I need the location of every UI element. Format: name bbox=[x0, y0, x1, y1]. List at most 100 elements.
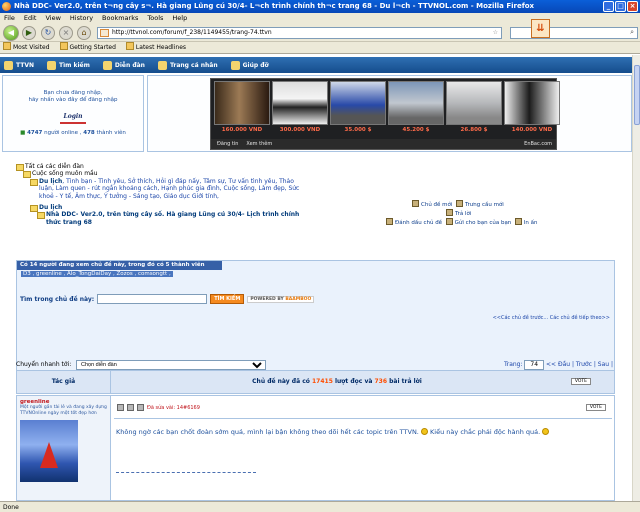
forward-button[interactable]: ▶ bbox=[22, 26, 36, 40]
ad-item[interactable]: 160.000 VND bbox=[214, 81, 270, 136]
enbac-brand[interactable]: EnBac.com bbox=[524, 139, 552, 149]
scrollbar-thumb[interactable] bbox=[634, 65, 640, 125]
prev-next-topics[interactable]: <<Các chủ đề trước... Các chủ đề tiếp th… bbox=[493, 315, 610, 321]
nav-ttvn-label: TTVN bbox=[16, 61, 34, 69]
bookmark-latest-headlines[interactable]: Latest Headlines bbox=[126, 42, 186, 53]
topic-search-button[interactable]: TÌM KIẾM bbox=[210, 294, 245, 304]
home-button[interactable]: ⌂ bbox=[77, 26, 91, 40]
stat-post: bài trả lời bbox=[389, 378, 422, 385]
menu-tools[interactable]: Tools bbox=[147, 13, 163, 24]
maximize-button[interactable]: □ bbox=[615, 1, 626, 12]
firefox-icon bbox=[2, 2, 11, 11]
nav-forum[interactable]: Diễn đàn bbox=[102, 60, 145, 70]
nav-search-label: Tìm kiếm bbox=[59, 61, 90, 69]
topic-search: Tìm trong chủ đề này: TÌM KIẾM POWERED B… bbox=[20, 294, 315, 304]
menu-history[interactable]: History bbox=[70, 13, 93, 24]
url-bar[interactable]: http://ttvnol.com/forum/f_238/1149455/tr… bbox=[97, 27, 502, 39]
home-icon: ⌂ bbox=[81, 28, 87, 37]
author-column-header: Tác giả bbox=[17, 371, 111, 393]
help-icon bbox=[230, 60, 240, 70]
ad-image bbox=[330, 81, 386, 125]
viewers-name-list[interactable]: D3 , greenline , Alo_TongDaiDay , Zozos … bbox=[21, 271, 173, 277]
page-select[interactable]: 74 bbox=[524, 360, 545, 370]
ad-item[interactable]: 26.800 $ bbox=[446, 81, 502, 136]
edit-icon[interactable] bbox=[117, 404, 124, 411]
minimize-button[interactable]: _ bbox=[603, 1, 614, 12]
forum-icon bbox=[102, 60, 112, 70]
menu-help[interactable]: Help bbox=[172, 13, 187, 24]
search-icon[interactable]: ⌕ bbox=[630, 28, 634, 37]
page-nav-links[interactable]: << Đầu | Trước | Sau | bbox=[546, 361, 613, 368]
thread-tools: Chủ đề mới Trưng cầu mới Trả lời Đánh dấ… bbox=[386, 200, 556, 227]
login-logo[interactable]: Login bbox=[60, 113, 86, 124]
reload-button[interactable]: ↻ bbox=[41, 26, 55, 40]
tree-life[interactable]: Cuộc sống muôn mầu bbox=[23, 170, 301, 179]
tree-travel-link[interactable]: Du lịch bbox=[39, 178, 62, 185]
vertical-scrollbar[interactable] bbox=[632, 55, 640, 501]
ad-banner: 160.000 VND 300.000 VND 35.000 $ 45.200 … bbox=[147, 75, 632, 152]
tree-travel-2[interactable]: Du lịch bbox=[30, 204, 301, 213]
star-bookmark-icon[interactable]: ☆ bbox=[493, 28, 498, 38]
search-box[interactable]: ⌕ bbox=[510, 27, 638, 39]
ad-post-link[interactable]: Đăng tin bbox=[217, 139, 238, 149]
bookmark-most-visited[interactable]: Most Visited bbox=[3, 42, 50, 53]
topic-search-label: Tìm trong chủ đề này: bbox=[20, 295, 95, 303]
post-vote-button[interactable]: VOTE bbox=[585, 404, 606, 411]
nav-forum-label: Diễn đàn bbox=[114, 61, 145, 69]
magnifier-icon bbox=[47, 60, 56, 70]
ad-image bbox=[388, 81, 444, 125]
post-tools: Đã sửa vài: 14#6169 bbox=[117, 404, 200, 411]
pagination: Trang: 74 << Đầu | Trước | Sau | bbox=[504, 359, 613, 370]
menu-view[interactable]: View bbox=[45, 13, 60, 24]
bookmarks-toolbar: Most Visited Getting Started Latest Head… bbox=[0, 42, 640, 54]
ad-item[interactable]: 140.000 VND bbox=[504, 81, 560, 136]
reply-link[interactable]: Trả lời bbox=[446, 211, 471, 217]
menu-file[interactable]: File bbox=[4, 13, 15, 24]
ad-item[interactable]: 45.200 $ bbox=[388, 81, 444, 136]
ad-image bbox=[214, 81, 270, 125]
online-count: 4747 bbox=[27, 130, 43, 136]
login-prompt-line1[interactable]: Bạn chưa đăng nhập, bbox=[3, 90, 143, 97]
site-favicon bbox=[100, 29, 109, 37]
tree-sibling-links[interactable]: , Tình bạn - Tình yêu, Sở thích, Hỏi gì … bbox=[39, 178, 299, 200]
thread-vote-button[interactable]: VOTE bbox=[570, 378, 591, 385]
nav-ttvn[interactable]: TTVN bbox=[4, 60, 34, 70]
topic-search-input[interactable] bbox=[97, 294, 208, 304]
login-prompt-line2[interactable]: hãy nhấn vào đây để đăng nhập bbox=[3, 97, 143, 104]
nav-profile[interactable]: Trang cá nhân bbox=[157, 60, 218, 70]
url-text: http://ttvnol.com/forum/f_238/1149455/tr… bbox=[112, 29, 272, 36]
page-label: Trang: bbox=[503, 361, 523, 368]
stop-button[interactable]: × bbox=[59, 26, 73, 40]
smiley-icon bbox=[542, 428, 550, 435]
nav-help[interactable]: Giúp đỡ bbox=[230, 60, 269, 70]
new-poll-link[interactable]: Trưng cầu mới bbox=[456, 202, 504, 208]
download-addon-icon[interactable]: ⇊ bbox=[531, 19, 550, 38]
window-title: Nhà DDC- Ver2.0, trên t¬ng cây s¬. Hà gi… bbox=[14, 2, 535, 10]
back-button[interactable]: ◀ bbox=[3, 25, 19, 41]
ad-item[interactable]: 300.000 VND bbox=[272, 81, 328, 136]
print-link[interactable]: In ấn bbox=[515, 220, 538, 226]
menu-bookmarks[interactable]: Bookmarks bbox=[102, 13, 138, 24]
close-window-button[interactable]: × bbox=[627, 1, 638, 12]
forward-arrow-icon: ▶ bbox=[25, 28, 33, 37]
new-topic-link[interactable]: Chủ đề mới bbox=[412, 202, 452, 208]
post-time: Đã sửa vài: 14#6169 bbox=[147, 404, 200, 411]
report-icon[interactable] bbox=[137, 404, 144, 411]
ad-item[interactable]: 35.000 $ bbox=[330, 81, 386, 136]
ad-price: 300.000 VND bbox=[279, 127, 321, 133]
quote-icon[interactable] bbox=[127, 404, 134, 411]
avatar bbox=[20, 420, 78, 482]
forum-jump-select[interactable]: Chọn diễn đàn bbox=[76, 360, 266, 370]
ad-view-more-link[interactable]: Xem thêm bbox=[246, 139, 272, 149]
bookmark-thread-link[interactable]: Đánh dấu chủ đề bbox=[386, 220, 442, 226]
bookmark-getting-started[interactable]: Getting Started bbox=[60, 42, 116, 53]
stop-icon: × bbox=[62, 28, 70, 37]
thread-title: Nhà DDC- Ver2.0, trên từng cây số. Hà gi… bbox=[37, 211, 301, 226]
status-text: Done bbox=[3, 504, 19, 511]
nav-search[interactable]: Tìm kiếm bbox=[47, 60, 90, 70]
menu-edit[interactable]: Edit bbox=[24, 13, 37, 24]
send-to-friend-link[interactable]: Gửi cho bạn của bạn bbox=[446, 220, 512, 226]
ad-footer: Đăng tin Xem thêm EnBac.com bbox=[211, 139, 556, 149]
thread-title-text: Nhà DDC- Ver2.0, trên từng cây số. Hà gi… bbox=[46, 211, 300, 226]
forum-post: greenline Một người gần tài lẻ và đang x… bbox=[16, 395, 615, 501]
